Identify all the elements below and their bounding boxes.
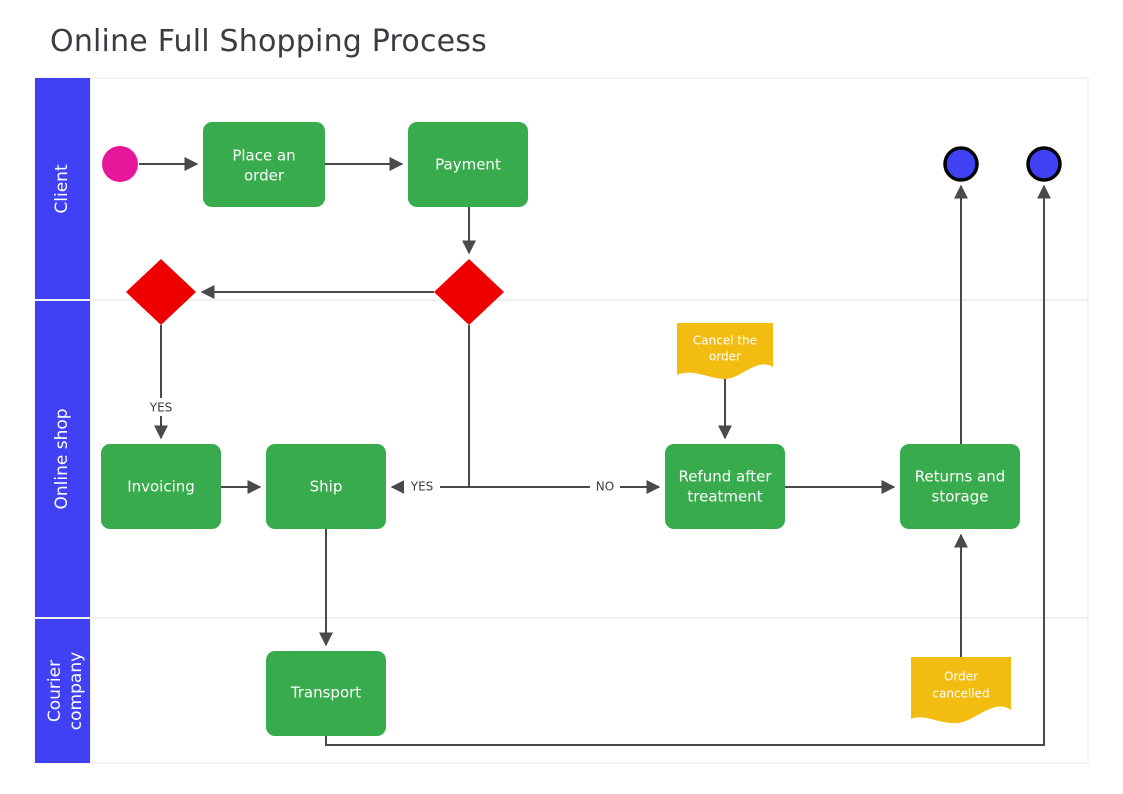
lane-header-courier-company[interactable]: Courier company (35, 619, 90, 763)
node-ship[interactable]: Ship (266, 444, 386, 529)
lane-header-client[interactable]: Client (35, 78, 90, 299)
note-cancel-the-order[interactable]: Cancel the order (677, 323, 773, 379)
edge-label-no: NO (596, 480, 614, 494)
node-invoicing[interactable]: Invoicing (101, 444, 221, 529)
decision-node-left[interactable] (126, 259, 196, 325)
node-label-ship: Ship (310, 478, 343, 496)
node-label-returns-line2: storage (932, 488, 989, 506)
note-order-cancelled[interactable]: Order cancelled (911, 657, 1011, 724)
flowchart-canvas: Client Online shop Courier company YES Y… (34, 77, 1089, 764)
note-label-cancel-line1: Cancel the (693, 334, 757, 348)
node-payment[interactable]: Payment (408, 122, 528, 207)
node-label-place-an-order-line2: order (244, 167, 285, 185)
node-label-transport: Transport (290, 684, 362, 702)
node-transport[interactable]: Transport (266, 651, 386, 736)
note-label-order-cancelled-line2: cancelled (932, 687, 989, 701)
lane-label-courier-line1: Courier (45, 660, 65, 722)
lane-label-client: Client (52, 164, 72, 214)
decision-node-right[interactable] (434, 259, 504, 325)
lane-header-online-shop[interactable]: Online shop (35, 301, 90, 617)
end-event-node-1[interactable] (943, 146, 979, 182)
end-event-node-2[interactable] (1026, 146, 1062, 182)
node-label-invoicing: Invoicing (127, 478, 195, 496)
edge-label-yes-right: YES (410, 480, 434, 494)
edge-decision-right-to-ship (390, 325, 470, 494)
start-event-node[interactable] (102, 146, 138, 182)
note-label-cancel-line2: order (709, 350, 741, 364)
node-label-returns-line1: Returns and (915, 468, 1006, 486)
node-returns-and-storage[interactable]: Returns and storage (900, 444, 1020, 529)
node-label-payment: Payment (435, 156, 501, 174)
node-label-refund-line2: treatment (687, 488, 762, 506)
edge-label-yes-left: YES (149, 401, 173, 415)
node-place-an-order[interactable]: Place an order (203, 122, 325, 207)
node-label-place-an-order-line1: Place an (232, 147, 295, 165)
node-label-refund-line1: Refund after (678, 468, 772, 486)
lane-label-online-shop: Online shop (52, 408, 72, 509)
node-refund-after-treatment[interactable]: Refund after treatment (665, 444, 785, 529)
lane-label-courier-line2: company (66, 652, 86, 730)
flowchart-diagram: Online Full Shopping Process Client Onli… (0, 0, 1123, 794)
note-label-order-cancelled-line1: Order (944, 670, 978, 684)
